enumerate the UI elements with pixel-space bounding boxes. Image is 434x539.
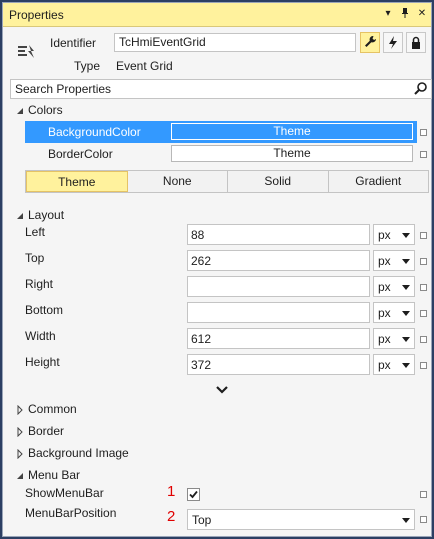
chevron-down-icon [402,259,410,264]
category-border[interactable]: Border [3,423,431,441]
category-label: Border [28,424,65,438]
property-marker-icon[interactable] [420,129,427,136]
category-label: Common [28,402,77,416]
property-row-bordercolor[interactable]: BorderColor Theme [25,143,417,165]
property-name-top: Top [25,251,45,265]
lock-icon [412,36,420,49]
collapse-triangle-icon[interactable] [15,210,25,220]
property-name: BorderColor [48,147,113,161]
chevron-down-icon [402,518,410,523]
collapse-triangle-icon[interactable] [15,470,25,480]
collapse-triangle-icon[interactable] [15,105,25,115]
height-unit-select[interactable]: px [373,354,415,375]
identifier-label: Identifier [50,36,97,50]
category-label: Menu Bar [28,468,81,482]
wrench-icon [365,36,376,47]
chevron-down-icon [402,285,410,290]
showmenubar-checkbox[interactable] [187,488,200,501]
bottom-unit-select[interactable]: px [373,302,415,323]
chevron-down-icon [402,363,410,368]
chevron-down-icon [402,233,410,238]
checkmark-icon [189,490,198,499]
color-value-field[interactable]: Theme [171,145,413,162]
property-name-height: Height [25,355,60,369]
property-name-menubarposition: MenuBarPosition [25,506,117,520]
property-name: BackgroundColor [48,125,141,139]
category-background-image[interactable]: Background Image [3,445,431,463]
dropdown-icon[interactable]: ▾ [381,7,395,21]
chevron-down-icon [402,337,410,342]
identifier-field[interactable]: TcHmiEventGrid [114,33,356,52]
top-unit-select[interactable]: px [373,250,415,271]
property-marker-icon[interactable] [420,258,427,265]
right-input[interactable] [187,276,370,297]
menubarposition-select[interactable]: Top [187,509,415,530]
property-marker-icon[interactable] [420,362,427,369]
width-input[interactable]: 612 [187,328,370,349]
properties-icon [17,43,37,61]
expand-triangle-icon[interactable] [15,404,25,416]
property-marker-icon[interactable] [420,336,427,343]
search-input[interactable]: Search Properties [10,79,432,99]
annotation-marker-1: 1 [167,483,176,500]
property-marker-icon[interactable] [420,491,427,498]
bottom-input[interactable] [187,302,370,323]
property-marker-icon[interactable] [420,284,427,291]
right-unit-select[interactable]: px [373,276,415,297]
category-label: Colors [28,103,63,117]
property-name-left: Left [25,225,46,239]
top-input[interactable]: 262 [187,250,370,271]
width-unit-select[interactable]: px [373,328,415,349]
category-common[interactable]: Common [3,401,431,419]
left-unit-select[interactable]: px [373,224,415,245]
expand-more-chevron-icon[interactable] [215,384,229,394]
property-marker-icon[interactable] [420,310,427,317]
type-label: Type [74,59,101,73]
lock-view-button[interactable] [406,32,426,53]
search-icon[interactable] [413,81,429,97]
annotation-marker-2: 2 [167,508,176,525]
segment-solid[interactable]: Solid [228,171,329,192]
chevron-down-icon [402,311,410,316]
height-input[interactable]: 372 [187,354,370,375]
property-marker-icon[interactable] [420,232,427,239]
category-colors[interactable]: Colors [3,102,431,120]
segment-theme[interactable]: Theme [26,171,128,192]
pin-icon[interactable] [398,7,412,21]
lightning-icon [389,36,397,49]
category-menu-bar[interactable]: Menu Bar [3,467,431,485]
property-marker-icon[interactable] [420,151,427,158]
property-name-bottom: Bottom [25,303,64,317]
segment-gradient[interactable]: Gradient [328,171,428,192]
property-marker-icon[interactable] [420,516,427,523]
left-input[interactable]: 88 [187,224,370,245]
close-icon[interactable]: ✕ [415,7,429,21]
properties-window: Properties ▾ ✕ Identifier TcHmiEventGrid… [2,2,432,537]
properties-view-button[interactable] [360,32,380,53]
type-value: Event Grid [116,59,173,73]
property-name-width: Width [25,329,56,343]
expand-triangle-icon[interactable] [15,448,25,460]
color-mode-segmented-control: Theme None Solid Gradient [25,170,429,193]
segment-none[interactable]: None [127,171,228,192]
property-name-showmenubar: ShowMenuBar [25,486,104,500]
events-view-button[interactable] [383,32,403,53]
property-name-right: Right [25,277,54,291]
category-label: Background Image [28,446,129,460]
category-layout[interactable]: Layout [3,207,431,225]
select-value: Top [192,513,212,527]
search-placeholder: Search Properties [15,82,112,96]
window-title: Properties [9,8,64,22]
color-value-field[interactable]: Theme [171,123,413,140]
expand-triangle-icon[interactable] [15,426,25,438]
title-bar: Properties ▾ ✕ [3,3,431,27]
property-row-backgroundcolor[interactable]: BackgroundColor Theme [25,121,417,143]
category-label: Layout [28,208,65,222]
